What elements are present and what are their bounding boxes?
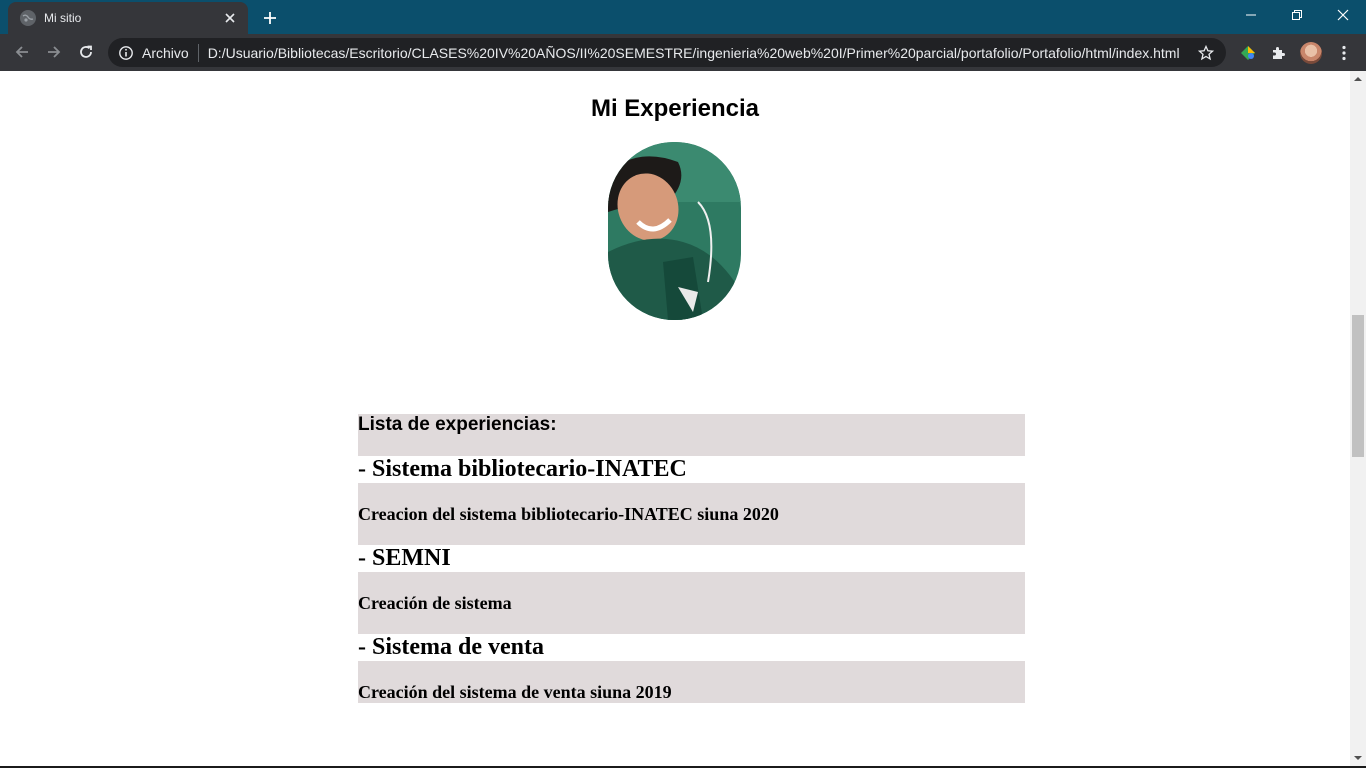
experience-description: Creación de sistema: [358, 572, 1025, 634]
close-icon[interactable]: [222, 10, 238, 26]
kebab-menu-icon[interactable]: [1331, 40, 1357, 66]
experience-description: Creacion del sistema bibliotecario-INATE…: [358, 483, 1025, 545]
minimize-icon[interactable]: [1228, 0, 1274, 30]
extension-icon[interactable]: [1235, 40, 1261, 66]
browser-toolbar: Archivo D:/Usuario/Bibliotecas/Escritori…: [0, 34, 1366, 71]
experience-title: - Sistema bibliotecario-INATEC: [358, 456, 1025, 483]
arrow-right-icon[interactable]: [40, 38, 68, 66]
profile-photo: [608, 142, 741, 320]
scroll-down-icon[interactable]: [1350, 750, 1366, 766]
url-text[interactable]: D:/Usuario/Bibliotecas/Escritorio/CLASES…: [208, 45, 1196, 61]
plus-icon[interactable]: [258, 6, 282, 30]
page-viewport: Mi Experiencia Lista de experiencias: - …: [0, 71, 1350, 766]
info-icon[interactable]: [118, 45, 134, 61]
page-scrollbar[interactable]: [1350, 71, 1366, 766]
site-info-label[interactable]: Archivo: [142, 45, 189, 61]
restore-icon[interactable]: [1274, 0, 1320, 30]
star-icon[interactable]: [1196, 43, 1216, 63]
browser-titlebar: Mi sitio: [0, 0, 1366, 34]
browser-tab[interactable]: Mi sitio: [8, 2, 248, 34]
experience-title: - SEMNI: [358, 545, 1025, 572]
puzzle-icon[interactable]: [1266, 40, 1292, 66]
experience-list-header: Lista de experiencias:: [358, 414, 1025, 456]
arrow-left-icon[interactable]: [8, 38, 36, 66]
experience-description: Creación del sistema de venta siuna 2019: [358, 661, 1025, 703]
reload-icon[interactable]: [72, 38, 100, 66]
globe-icon: [20, 10, 36, 26]
window-close-icon[interactable]: [1320, 0, 1366, 30]
scroll-up-icon[interactable]: [1350, 71, 1366, 87]
experience-list: Lista de experiencias: - Sistema bibliot…: [358, 414, 1025, 703]
experience-header-text: Lista de experiencias:: [358, 414, 557, 435]
scrollbar-thumb[interactable]: [1352, 315, 1364, 457]
experience-description-text: Creación del sistema de venta siuna 2019: [358, 682, 672, 702]
tab-title: Mi sitio: [44, 11, 82, 25]
experience-description-text: Creación de sistema: [358, 592, 512, 613]
page-title: Mi Experiencia: [590, 95, 760, 122]
address-bar[interactable]: Archivo D:/Usuario/Bibliotecas/Escritori…: [108, 38, 1226, 67]
avatar: [1300, 42, 1322, 64]
profile-avatar[interactable]: [1298, 40, 1324, 66]
experience-description-text: Creacion del sistema bibliotecario-INATE…: [358, 503, 779, 524]
omnibox-separator: [197, 43, 199, 62]
experience-title: - Sistema de venta: [358, 634, 1025, 661]
